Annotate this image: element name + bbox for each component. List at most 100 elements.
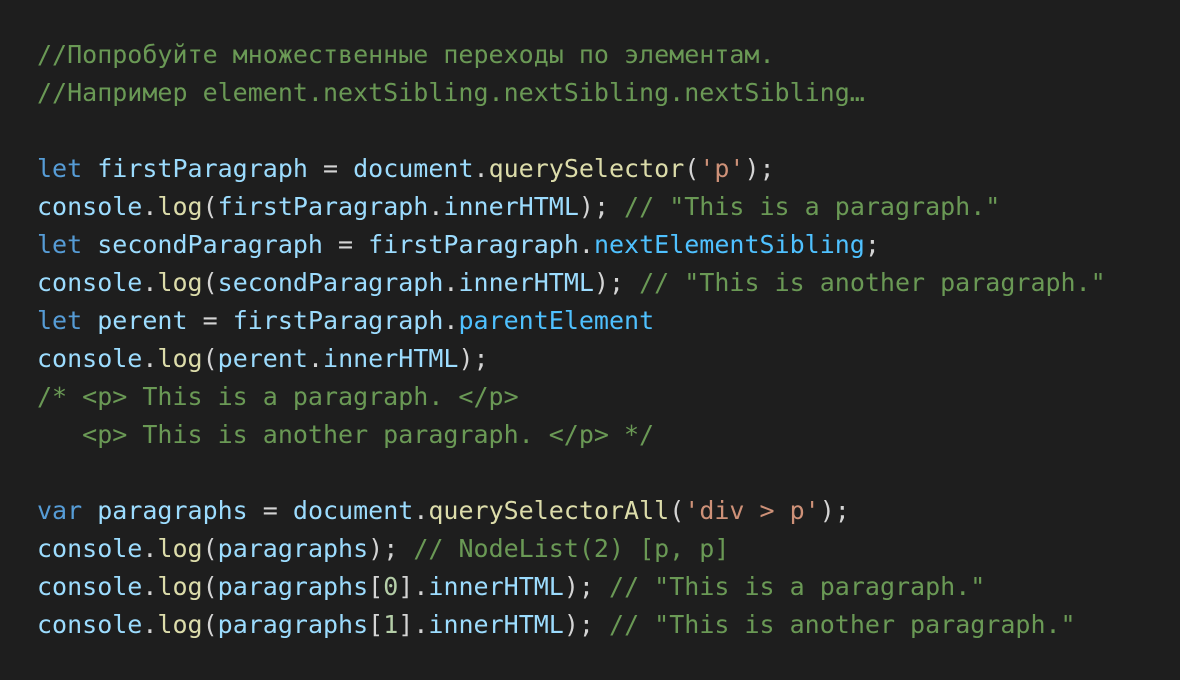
token-identifier: innerHTML [443, 192, 579, 221]
code-line[interactable]: var paragraphs = document.querySelectorA… [37, 492, 1180, 530]
token-identifier: innerHTML [323, 344, 459, 373]
token-identifier: secondParagraph [97, 230, 323, 259]
code-line[interactable]: //Попробуйте множественные переходы по э… [37, 36, 1180, 74]
token-identifier: firstParagraph [97, 154, 308, 183]
token-string-literal: 'div > p' [684, 496, 820, 525]
token-punctuation: ); [368, 534, 414, 563]
token-comment: // "This is another paragraph." [639, 268, 1106, 297]
token-identifier: paragraphs [217, 610, 369, 639]
token-punctuation: . [142, 344, 158, 373]
token-punctuation: . [142, 572, 158, 601]
token-punctuation: ); [563, 572, 610, 601]
code-line[interactable]: //Например element.nextSibling.nextSibli… [37, 74, 1180, 112]
token-punctuation: . [142, 268, 158, 297]
token-keyword: var [37, 496, 83, 525]
token-comment: /* <p> This is a paragraph. </p> [37, 382, 519, 411]
code-line[interactable] [37, 112, 1180, 150]
code-line[interactable]: let secondParagraph = firstParagraph.nex… [37, 226, 1180, 264]
token-identifier: firstParagraph [232, 306, 444, 335]
token-punctuation: = [187, 306, 233, 335]
code-line[interactable]: console.log(perent.innerHTML); [37, 340, 1180, 378]
token-punctuation: ]. [398, 572, 429, 601]
token-identifier: paragraphs [217, 572, 369, 601]
token-function-name: querySelector [488, 154, 685, 183]
token-comment: // NodeList(2) [p, p] [413, 534, 730, 563]
token-comment: //Например element.nextSibling.nextSibli… [37, 78, 865, 107]
token-function-name: log [157, 192, 203, 221]
code-line[interactable] [37, 454, 1180, 492]
code-line[interactable]: console.log(paragraphs[1].innerHTML); //… [37, 606, 1180, 644]
token-punctuation: . [428, 192, 444, 221]
token-function-name: log [157, 344, 203, 373]
token-identifier: secondParagraph [217, 268, 444, 297]
token-keyword: let [37, 230, 83, 259]
token-punctuation [82, 230, 97, 259]
token-comment: <p> This is another paragraph. </p> */ [37, 420, 655, 449]
token-punctuation: = [323, 230, 369, 259]
token-punctuation: ( [669, 496, 685, 525]
token-identifier: firstParagraph [217, 192, 429, 221]
token-punctuation: ); [593, 268, 640, 297]
token-punctuation: = [307, 154, 354, 183]
token-comment: // "This is another paragraph." [609, 610, 1076, 639]
token-keyword: let [37, 154, 83, 183]
token-identifier: paragraphs [217, 534, 369, 563]
token-comment: //Попробуйте множественные переходы по э… [37, 40, 775, 69]
token-punctuation: ); [563, 610, 610, 639]
token-identifier: paragraphs [97, 496, 248, 525]
token-string-literal: 'p' [699, 154, 745, 183]
token-identifier: document [292, 496, 414, 525]
token-function-name: log [157, 534, 203, 563]
token-identifier: perent [217, 344, 308, 373]
token-punctuation: . [142, 610, 158, 639]
token-identifier: console [37, 268, 143, 297]
token-comment: // "This is a paragraph." [609, 572, 986, 601]
token-identifier: console [37, 534, 143, 563]
code-line[interactable]: console.log(paragraphs[0].innerHTML); //… [37, 568, 1180, 606]
token-punctuation: ]. [398, 610, 429, 639]
token-identifier: console [37, 572, 143, 601]
code-line[interactable]: <p> This is another paragraph. </p> */ [37, 416, 1180, 454]
token-identifier: console [37, 192, 143, 221]
token-keyword: let [37, 306, 83, 335]
token-punctuation: ( [202, 192, 218, 221]
token-punctuation: . [413, 496, 429, 525]
code-line[interactable]: console.log(secondParagraph.innerHTML); … [37, 264, 1180, 302]
token-punctuation: ( [202, 344, 218, 373]
token-punctuation: ( [202, 268, 218, 297]
token-punctuation: . [443, 306, 459, 335]
token-property: parentElement [458, 306, 655, 335]
token-identifier: perent [97, 306, 188, 335]
code-line[interactable]: console.log(paragraphs); // NodeList(2) … [37, 530, 1180, 568]
code-line[interactable]: let perent = firstParagraph.parentElemen… [37, 302, 1180, 340]
token-identifier: console [37, 344, 143, 373]
token-identifier: innerHTML [428, 610, 564, 639]
token-identifier: innerHTML [428, 572, 564, 601]
code-line[interactable]: let firstParagraph = document.querySelec… [37, 150, 1180, 188]
token-punctuation: . [443, 268, 459, 297]
token-identifier: firstParagraph [368, 230, 579, 259]
token-property: nextElementSibling [593, 230, 865, 259]
token-punctuation: ); [744, 154, 775, 183]
code-line[interactable]: console.log(firstParagraph.innerHTML); /… [37, 188, 1180, 226]
token-punctuation: ); [819, 496, 850, 525]
token-punctuation: ( [684, 154, 700, 183]
token-punctuation: . [142, 534, 158, 563]
code-editor[interactable]: //Попробуйте множественные переходы по э… [0, 0, 1180, 680]
token-punctuation: = [247, 496, 293, 525]
token-function-name: log [157, 268, 203, 297]
token-number-literal: 1 [383, 610, 399, 639]
code-line[interactable]: /* <p> This is a paragraph. </p> [37, 378, 1180, 416]
token-punctuation: ; [864, 230, 880, 259]
token-identifier: innerHTML [458, 268, 594, 297]
token-identifier: console [37, 610, 143, 639]
token-comment: // "This is a paragraph." [624, 192, 1001, 221]
code-block[interactable]: //Попробуйте множественные переходы по э… [37, 36, 1180, 644]
token-punctuation: ( [202, 572, 218, 601]
token-punctuation: [ [368, 610, 384, 639]
token-punctuation [82, 154, 97, 183]
token-punctuation: ( [202, 610, 218, 639]
token-function-name: querySelectorAll [428, 496, 670, 525]
token-punctuation: [ [368, 572, 384, 601]
token-punctuation: . [473, 154, 489, 183]
